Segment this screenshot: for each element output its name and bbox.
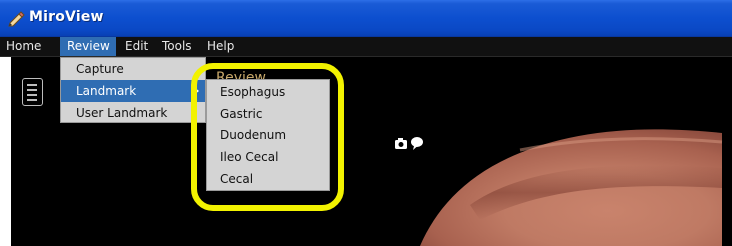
menu-item-ileo-cecal[interactable]: Ileo Cecal [207, 146, 329, 168]
submenu-arrow-icon [194, 87, 199, 95]
list-icon[interactable] [22, 78, 43, 106]
comment-icon[interactable] [411, 137, 423, 150]
landmark-submenu: Esophagus Gastric Duodenum Ileo Cecal Ce… [206, 79, 330, 191]
menu-item-capture[interactable]: Capture [61, 58, 205, 80]
toolbar-icons [395, 137, 423, 150]
menu-item-landmark[interactable]: Landmark [61, 80, 205, 102]
review-dropdown: Capture Landmark User Landmark [60, 57, 206, 123]
menu-item-esophagus[interactable]: Esophagus [207, 81, 329, 103]
menu-item-user-landmark[interactable]: User Landmark [61, 102, 205, 124]
app-window: MiroView Home Review Edit Tools Help Rev… [0, 0, 732, 246]
menu-item-gastric[interactable]: Gastric [207, 103, 329, 125]
menu-item-cecal[interactable]: Cecal [207, 168, 329, 190]
menu-item-landmark-label: Landmark [76, 84, 137, 98]
camera-icon[interactable] [395, 138, 407, 149]
menu-item-duodenum[interactable]: Duodenum [207, 124, 329, 146]
